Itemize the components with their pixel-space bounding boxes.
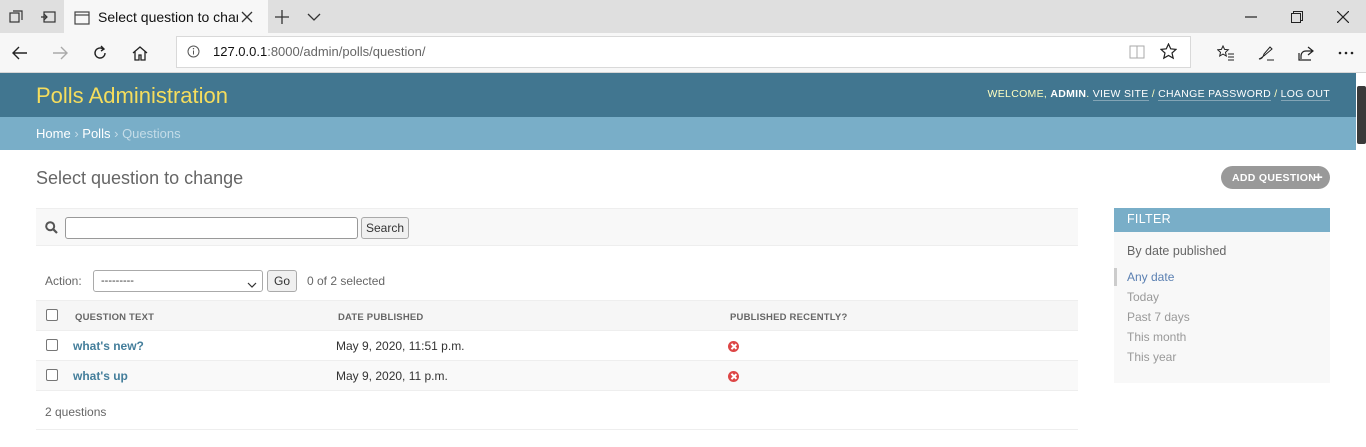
refresh-icon[interactable] xyxy=(80,33,120,73)
column-question-text[interactable]: QUESTION TEXT xyxy=(75,312,154,323)
filter-selected-marker xyxy=(1114,268,1117,286)
row-checkbox[interactable] xyxy=(46,339,58,351)
url-path: :8000/admin/polls/question/ xyxy=(267,44,426,59)
log-out-link[interactable]: LOG OUT xyxy=(1280,88,1330,101)
plus-icon: + xyxy=(1313,169,1323,186)
breadcrumb: Home › Polls › Questions xyxy=(0,117,1356,150)
reading-view-icon[interactable] xyxy=(1129,45,1145,64)
search-input[interactable] xyxy=(65,217,358,239)
share-icon[interactable] xyxy=(1286,33,1326,73)
filter-this-year[interactable]: This year xyxy=(1127,350,1176,364)
forward-arrow-icon[interactable] xyxy=(40,33,80,73)
admin-header: Polls Administration WELCOME, ADMIN. VIE… xyxy=(0,73,1356,117)
filter-past-7-days[interactable]: Past 7 days xyxy=(1127,310,1190,324)
url-host: 127.0.0.1 xyxy=(213,44,268,59)
action-select-value: --------- xyxy=(101,275,134,287)
close-tab-icon[interactable] xyxy=(240,10,254,29)
filter-this-month[interactable]: This month xyxy=(1127,330,1186,344)
go-button[interactable]: Go xyxy=(267,270,297,292)
browser-toolbar: 127.0.0.1:8000/admin/polls/question/ xyxy=(0,33,1366,73)
url-text: 127.0.0.1:8000/admin/polls/question/ xyxy=(213,44,426,59)
question-link[interactable]: what's new? xyxy=(73,339,144,353)
selection-counter: 0 of 2 selected xyxy=(307,274,386,288)
new-tab-icon[interactable] xyxy=(266,0,298,33)
false-icon xyxy=(728,341,739,352)
result-count: 2 questions xyxy=(45,405,107,419)
page-icon xyxy=(74,11,90,30)
action-select[interactable]: --------- xyxy=(93,270,263,292)
page-title: Select question to change xyxy=(36,168,244,188)
filter-heading: FILTER xyxy=(1114,208,1330,232)
breadcrumb-home[interactable]: Home xyxy=(36,126,71,141)
add-question-button[interactable]: ADD QUESTION + xyxy=(1221,166,1330,189)
select-all-checkbox[interactable] xyxy=(46,309,58,321)
change-password-link[interactable]: CHANGE PASSWORD xyxy=(1158,88,1271,101)
home-icon[interactable] xyxy=(120,33,160,73)
restore-icon[interactable] xyxy=(1274,0,1320,33)
user-tools: WELCOME, ADMIN. VIEW SITE / CHANGE PASSW… xyxy=(987,88,1330,101)
welcome-text: WELCOME, xyxy=(987,88,1048,100)
chevron-down-icon xyxy=(247,276,257,296)
question-link[interactable]: what's up xyxy=(73,369,128,383)
search-icon xyxy=(45,221,58,239)
separator: / xyxy=(1274,88,1278,100)
back-arrow-icon[interactable] xyxy=(0,33,40,73)
filter-any-date[interactable]: Any date xyxy=(1127,270,1174,284)
tab-actions-icon[interactable] xyxy=(0,0,32,33)
username: ADMIN xyxy=(1050,88,1087,100)
date-published: May 9, 2020, 11:51 p.m. xyxy=(336,339,465,353)
search-button[interactable]: Search xyxy=(361,217,409,239)
scrollbar-thumb[interactable] xyxy=(1357,86,1366,144)
tab-list-chevron-icon[interactable] xyxy=(298,0,330,33)
tab-title: Select question to change xyxy=(98,9,238,25)
table-row: what's new? May 9, 2020, 11:51 p.m. xyxy=(36,331,1078,361)
web-note-icon[interactable] xyxy=(1246,33,1286,73)
minimize-icon[interactable] xyxy=(1228,0,1274,33)
view-site-link[interactable]: VIEW SITE xyxy=(1092,88,1149,101)
filter-panel: FILTER By date published Any date Today … xyxy=(1114,208,1330,383)
filter-title: By date published xyxy=(1127,244,1227,258)
breadcrumb-polls[interactable]: Polls xyxy=(82,126,110,141)
favorite-star-icon[interactable] xyxy=(1159,42,1178,65)
address-bar[interactable]: 127.0.0.1:8000/admin/polls/question/ xyxy=(176,36,1191,68)
table-header: QUESTION TEXT DATE PUBLISHED PUBLISHED R… xyxy=(36,300,1078,331)
column-date-published[interactable]: DATE PUBLISHED xyxy=(338,312,424,323)
set-tabs-aside-icon[interactable] xyxy=(32,0,64,33)
browser-tab-bar: Select question to change xyxy=(0,0,1366,33)
tab-active[interactable]: Select question to change xyxy=(64,0,268,33)
breadcrumb-separator: › xyxy=(74,126,79,141)
close-window-icon[interactable] xyxy=(1320,0,1366,33)
breadcrumb-current: Questions xyxy=(122,126,181,141)
false-icon xyxy=(728,371,739,382)
column-published-recently: PUBLISHED RECENTLY? xyxy=(730,312,848,323)
site-branding[interactable]: Polls Administration xyxy=(36,83,228,109)
row-checkbox[interactable] xyxy=(46,369,58,381)
paginator: 2 questions xyxy=(36,393,1078,430)
favorites-hub-icon[interactable] xyxy=(1206,33,1246,73)
site-info-icon[interactable] xyxy=(187,45,200,63)
action-label: Action: xyxy=(45,274,82,288)
breadcrumb-separator: › xyxy=(114,126,119,141)
filter-today[interactable]: Today xyxy=(1127,290,1159,304)
table-row: what's up May 9, 2020, 11 p.m. xyxy=(36,361,1078,391)
separator: / xyxy=(1151,88,1155,100)
more-options-icon[interactable] xyxy=(1326,33,1366,73)
date-published: May 9, 2020, 11 p.m. xyxy=(336,369,448,383)
add-question-label: ADD QUESTION xyxy=(1232,171,1317,184)
actions-bar: Action: --------- Go 0 of 2 selected xyxy=(36,268,1078,298)
search-toolbar: Search xyxy=(36,208,1078,246)
